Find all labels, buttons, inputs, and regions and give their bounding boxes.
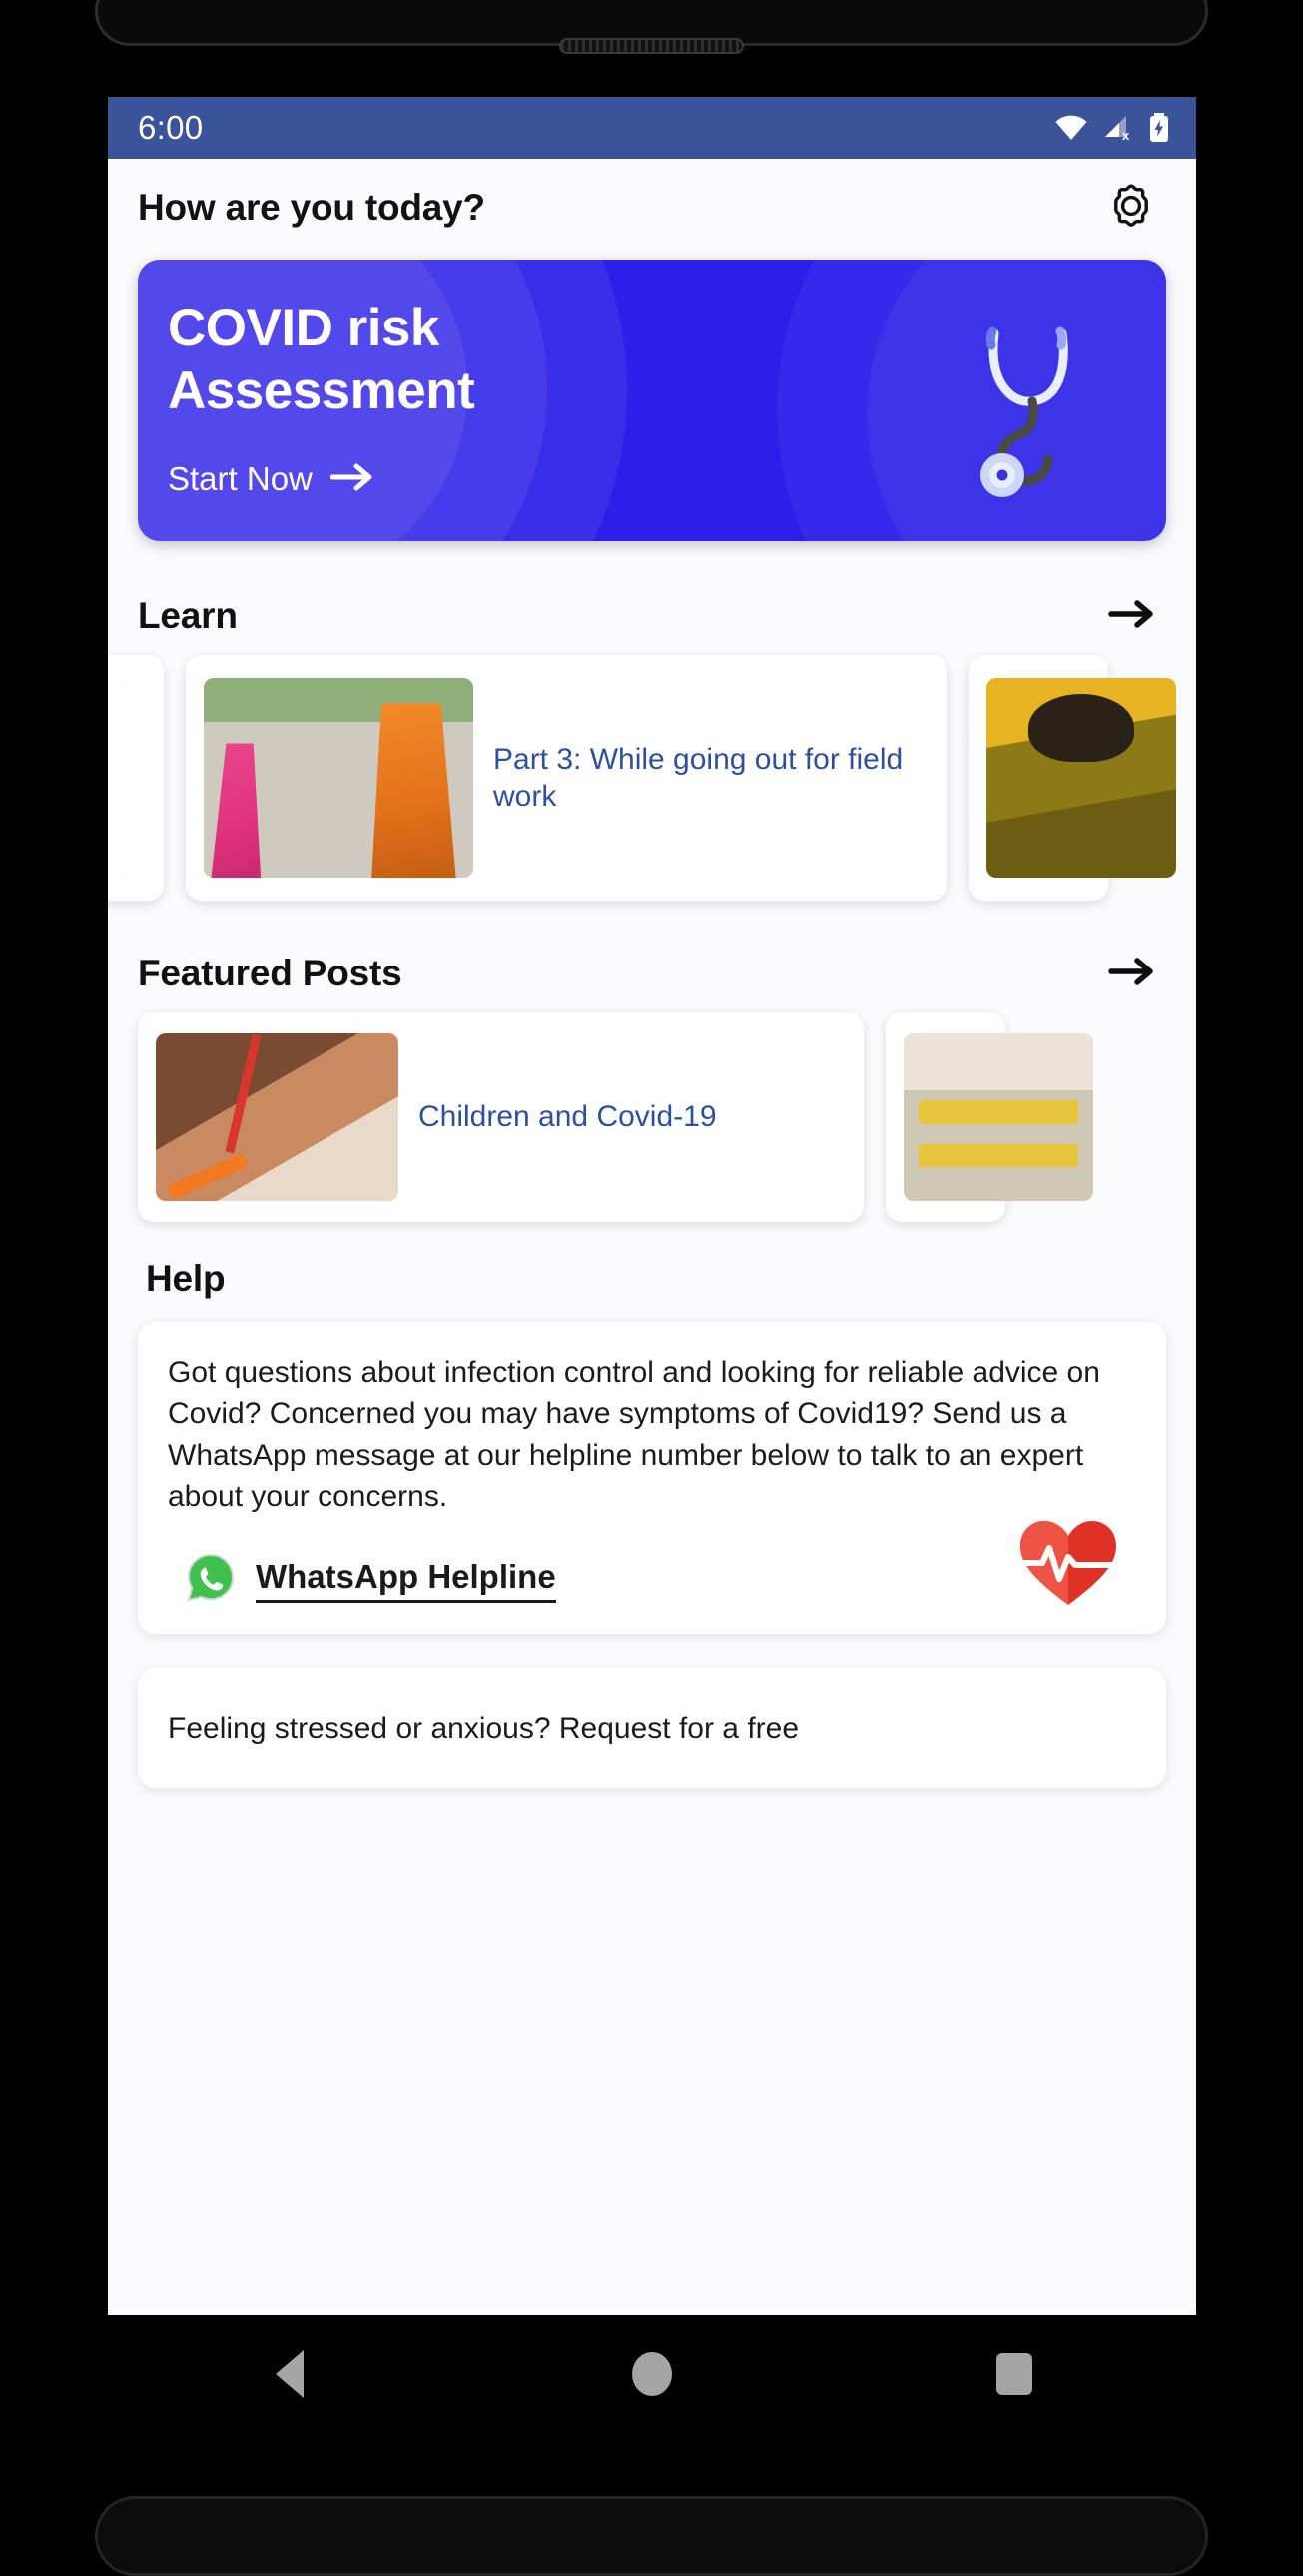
recents-square-icon <box>996 2353 1033 2395</box>
arrow-right-icon <box>1108 956 1158 992</box>
app-header: How are you today? <box>108 159 1196 257</box>
card-thumbnail <box>204 678 473 878</box>
thumbnail-art <box>108 678 128 878</box>
featured-carousel[interactable]: Children and Covid-19 <box>108 994 1196 1244</box>
device-bottom-bezel <box>95 2496 1208 2576</box>
svg-text:x: x <box>1122 128 1130 141</box>
covid-card-text: COVID risk Assessment Start Now <box>168 298 475 498</box>
battery-charging-icon <box>1148 113 1170 143</box>
status-bar-clock: 6:00 <box>138 109 204 146</box>
learn-see-all-button[interactable] <box>1108 598 1158 635</box>
featured-section-header: Featured Posts <box>108 923 1196 994</box>
help-whatsapp-card: Got questions about infection control an… <box>138 1322 1166 1634</box>
covid-card-title-line2: Assessment <box>168 360 475 420</box>
earpiece-speaker <box>559 38 744 54</box>
android-navigation-bar <box>108 2315 1196 2433</box>
start-now-label: Start Now <box>168 460 313 498</box>
learn-section-header: Learn <box>108 541 1196 637</box>
home-circle-icon <box>631 2352 672 2396</box>
learn-carousel[interactable]: Part 3: While going out for field work <box>108 637 1196 923</box>
card-thumbnail <box>108 678 128 878</box>
heart-pulse-icon <box>1013 1517 1123 1609</box>
whatsapp-helpline-row[interactable]: WhatsApp Helpline <box>168 1552 1136 1609</box>
learn-card-previous[interactable] <box>108 655 164 901</box>
device-frame: 6:00 x How are you today? COVID risk Ass… <box>0 0 1303 2576</box>
card-thumbnail <box>156 1033 398 1201</box>
cellular-signal-off-icon: x <box>1102 115 1134 141</box>
whatsapp-icon <box>186 1552 236 1609</box>
whatsapp-helpline-link[interactable]: WhatsApp Helpline <box>256 1558 556 1603</box>
featured-section-title: Featured Posts <box>138 953 402 993</box>
card-thumbnail <box>986 678 1176 878</box>
status-bar-icons: x <box>1054 113 1170 143</box>
stress-support-card[interactable]: Feeling stressed or anxious? Request for… <box>138 1667 1166 1788</box>
learn-card-label: Part 3: While going out for field work <box>493 742 904 814</box>
help-section-title: Help <box>146 1258 226 1299</box>
featured-card-label: Children and Covid-19 <box>418 1100 717 1134</box>
wifi-icon <box>1054 115 1088 141</box>
learn-card-next[interactable] <box>969 655 1176 901</box>
home-button[interactable] <box>592 2334 712 2414</box>
learn-section-title: Learn <box>138 595 238 636</box>
thumbnail-art <box>904 1033 1093 1201</box>
recents-button[interactable] <box>955 2334 1074 2414</box>
thumbnail-art <box>204 678 473 878</box>
page-title: How are you today? <box>138 187 485 228</box>
arrow-right-icon <box>329 462 376 497</box>
thumbnail-art <box>986 678 1176 878</box>
featured-see-all-button[interactable] <box>1108 956 1158 992</box>
start-now-button[interactable]: Start Now <box>168 460 474 498</box>
gear-icon <box>1105 180 1157 237</box>
phone-screen: 6:00 x How are you today? COVID risk Ass… <box>108 97 1196 2315</box>
covid-risk-assessment-card[interactable]: COVID risk Assessment Start Now <box>138 260 1166 541</box>
covid-card-title-line1: COVID risk <box>168 299 439 357</box>
help-section-header: Help <box>108 1244 1196 1300</box>
learn-card-part-3[interactable]: Part 3: While going out for field work <box>186 655 947 901</box>
featured-card-next[interactable] <box>886 1012 1093 1222</box>
back-button[interactable] <box>230 2334 349 2414</box>
back-triangle-icon <box>275 2350 304 2398</box>
stress-paragraph: Feeling stressed or anxious? Request for… <box>168 1711 800 1745</box>
card-thumbnail <box>904 1033 1093 1201</box>
thumbnail-art <box>156 1033 398 1201</box>
settings-button[interactable] <box>1102 179 1160 237</box>
help-paragraph: Got questions about infection control an… <box>168 1356 1100 1514</box>
status-bar: 6:00 x <box>108 97 1196 159</box>
arrow-right-icon <box>1108 598 1158 635</box>
stethoscope-icon <box>953 316 1122 505</box>
featured-card-children-covid[interactable]: Children and Covid-19 <box>138 1012 864 1222</box>
